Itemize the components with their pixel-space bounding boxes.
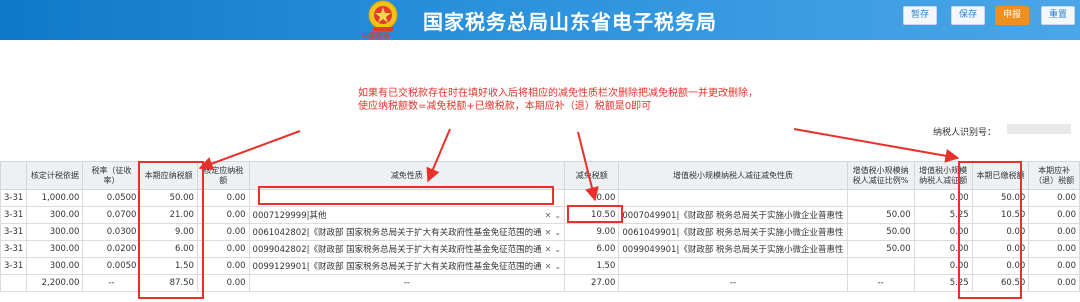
- relief-nature-value: 0099042802|《财政部 国家税务总局关于扩大有关政府性基金免征范围的通: [252, 245, 542, 255]
- total-relief: --: [248, 274, 566, 292]
- save-button[interactable]: 保存: [951, 6, 985, 25]
- cell-due: 0.00: [1028, 257, 1080, 275]
- page-title: 国家税务总局山东省电子税务局: [423, 10, 717, 34]
- cell-basis: 300.00: [26, 206, 84, 224]
- relief-amount-input[interactable]: 1.50: [564, 257, 620, 275]
- cell-assessed: 0.00: [196, 223, 250, 241]
- cell-rate: 0.0200: [82, 240, 141, 258]
- total-vat-nature: --: [618, 274, 848, 292]
- cell-date: 3-31: [0, 240, 28, 258]
- relief-nature-value: 0007129999|其他: [252, 211, 327, 221]
- cell-assessed: 0.00: [196, 240, 250, 258]
- total-rate: --: [82, 274, 141, 292]
- relief-nature-value: 0061042802|《财政部 国家税务总局关于扩大有关政府性基金免征范围的通: [252, 228, 542, 238]
- cell-date: [0, 274, 28, 292]
- annotation-line-2: 使应纳税额数=减免税额+已缴税款，本期应补（退）税额是0即可: [358, 101, 652, 112]
- cell-assessed: 0.00: [196, 206, 250, 224]
- cell-due: 0.00: [1028, 240, 1080, 258]
- column-header: 税率（征收率）: [82, 161, 141, 190]
- cell-rate: 0.0700: [82, 206, 141, 224]
- cell-due: 0.00: [1028, 223, 1080, 241]
- cell-vat-nature: [618, 257, 848, 275]
- relief-nature-select[interactable]: 0007129999|其他 ✕ ⌄: [248, 206, 566, 224]
- cell-vat-ratio: 50.00: [846, 223, 915, 241]
- annotation-note: 如果有已交税款存在时在填好收入后将相应的减免性质栏次删除把减免税额一并更改删除，…: [358, 87, 838, 113]
- cell-rate: 0.0050: [82, 257, 141, 275]
- highlight-paid-column: [958, 161, 1022, 299]
- cell-date: 3-31: [0, 257, 28, 275]
- top-header-bar: 中国税务 国家税务总局山东省电子税务局 暂存 保存 申报 重置: [0, 0, 1080, 40]
- relief-nature-value: 0099129901|《财政部 国家税务总局关于扩大有关政府性基金免征范围的通: [252, 262, 542, 272]
- cell-basis: 1,000.00: [26, 189, 84, 207]
- clear-icon[interactable]: ✕: [545, 245, 552, 254]
- cell-vat-nature: 0099049901|《财政部 税务总局关于实施小微企业普惠性: [618, 240, 848, 258]
- column-header: 增值税小规模纳税人减征减免性质: [618, 161, 848, 190]
- column-header: 增值税小规模纳税人减征比例%: [846, 161, 915, 190]
- cell-basis: 300.00: [26, 257, 84, 275]
- total-due: 0.00: [1028, 274, 1080, 292]
- column-header: 减免税额: [564, 161, 620, 190]
- cell-vat-ratio: [846, 189, 915, 207]
- cell-basis: 300.00: [26, 240, 84, 258]
- total-assessed: 0.00: [196, 274, 250, 292]
- chevron-down-icon[interactable]: ⌄: [554, 211, 561, 220]
- cell-vat-nature: [618, 189, 848, 207]
- annotation-line-1: 如果有已交税款存在时在填好收入后将相应的减免性质栏次删除把减免税额一并更改删除，: [358, 88, 758, 99]
- column-header-date: [0, 161, 28, 190]
- chevron-down-icon[interactable]: ⌄: [554, 262, 561, 271]
- cell-vat-nature: 0007049901|《财政部 税务总局关于实施小微企业普惠性: [618, 206, 848, 224]
- taxpayer-id-label: 纳税人识别号：: [933, 128, 997, 138]
- cell-assessed: 0.00: [196, 257, 250, 275]
- save-draft-button[interactable]: 暂存: [903, 6, 937, 25]
- column-header: 核定应纳税额: [196, 161, 250, 190]
- submit-declaration-button[interactable]: 申报: [995, 6, 1029, 25]
- column-header: 本期应补（退）税额: [1028, 161, 1080, 190]
- cell-rate: 0.0300: [82, 223, 141, 241]
- total-relief-amount: 27.00: [564, 274, 620, 292]
- cell-assessed: 0.00: [196, 189, 250, 207]
- chevron-down-icon[interactable]: ⌄: [554, 245, 561, 254]
- cell-vat-ratio: 50.00: [846, 206, 915, 224]
- column-header: 核定计税依据: [26, 161, 84, 190]
- relief-nature-select[interactable]: 0061042802|《财政部 国家税务总局关于扩大有关政府性基金免征范围的通 ✕…: [248, 223, 566, 241]
- total-basis: 2,200.00: [26, 274, 84, 292]
- highlight-relief-first-row: [258, 186, 554, 205]
- cell-date: 3-31: [0, 223, 28, 241]
- chevron-down-icon[interactable]: ⌄: [554, 228, 561, 237]
- logo-caption: 中国税务: [362, 32, 390, 40]
- cell-due: 0.00: [1028, 189, 1080, 207]
- relief-nature-select[interactable]: 0099129901|《财政部 国家税务总局关于扩大有关政府性基金免征范围的通 ✕…: [248, 257, 566, 275]
- reset-button[interactable]: 重置: [1041, 6, 1075, 25]
- relief-amount-input[interactable]: 6.00: [564, 240, 620, 258]
- total-vat-ratio: --: [846, 274, 915, 292]
- cell-rate: 0.0500: [82, 189, 141, 207]
- relief-nature-select[interactable]: 0099042802|《财政部 国家税务总局关于扩大有关政府性基金免征范围的通 ✕…: [248, 240, 566, 258]
- taxpayer-id-redacted: [1007, 124, 1071, 134]
- cell-vat-ratio: [846, 257, 915, 275]
- cell-date: 3-31: [0, 189, 28, 207]
- highlight-relief-amount-cell: [567, 205, 623, 223]
- clear-icon[interactable]: ✕: [545, 228, 552, 237]
- clear-icon[interactable]: ✕: [545, 211, 552, 220]
- cell-due: 0.00: [1028, 206, 1080, 224]
- cell-vat-nature: 0061049901|《财政部 税务总局关于实施小微企业普惠性: [618, 223, 848, 241]
- cell-vat-ratio: 50.00: [846, 240, 915, 258]
- relief-amount-input[interactable]: 0.00: [564, 189, 620, 207]
- cell-date: 3-31: [0, 206, 28, 224]
- clear-icon[interactable]: ✕: [545, 262, 552, 271]
- relief-amount-input[interactable]: 9.00: [564, 223, 620, 241]
- cell-basis: 300.00: [26, 223, 84, 241]
- highlight-payable-column: [138, 161, 204, 299]
